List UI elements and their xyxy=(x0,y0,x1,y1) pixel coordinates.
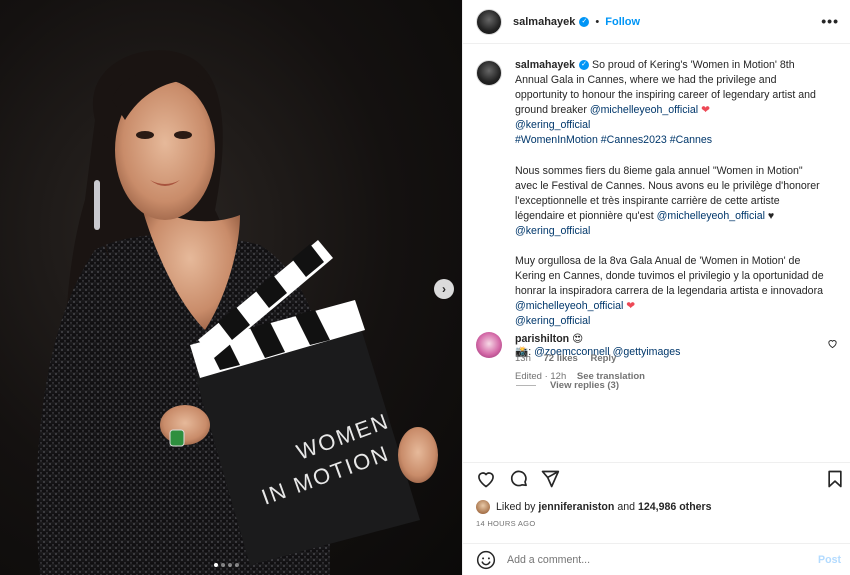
comment-text: 😍 xyxy=(572,333,584,345)
earring xyxy=(94,180,100,230)
carousel-dot xyxy=(228,563,232,567)
commenter-username[interactable]: parishilton xyxy=(515,333,569,345)
caption-avatar[interactable] xyxy=(476,60,502,86)
view-replies-button[interactable]: View replies (3) xyxy=(516,380,619,391)
comment-time: 13h xyxy=(515,353,531,364)
left-eye xyxy=(136,131,154,139)
add-comment-bar: Post xyxy=(463,543,850,575)
caption-es-text: Muy orgullosa de la 8va Gala Anual de 'W… xyxy=(515,255,824,298)
bookmark-icon[interactable] xyxy=(825,469,845,489)
share-send-icon[interactable] xyxy=(540,469,560,489)
red-heart-icon: ❤ xyxy=(626,300,636,313)
comment-bubble-icon[interactable] xyxy=(509,469,529,489)
caption-fr: Nous sommes fiers du 8ieme gala annuel "… xyxy=(515,164,825,239)
black-heart-icon: ♥ xyxy=(767,209,775,222)
carousel-dot xyxy=(221,563,225,567)
ring xyxy=(169,429,185,447)
follow-button[interactable]: Follow xyxy=(605,16,640,28)
caption-en: salmahayek ✓ So proud of Kering's 'Women … xyxy=(515,58,825,149)
author-username[interactable]: salmahayek xyxy=(513,16,575,28)
more-options-icon[interactable]: ••• xyxy=(821,13,839,29)
left-hand xyxy=(160,405,210,445)
header-separator: • xyxy=(595,15,600,28)
mention-link[interactable]: @michelleyeoh_official xyxy=(515,300,623,312)
caption-section: salmahayek ✓ So proud of Kering's 'Women … xyxy=(463,44,850,462)
post-comment-button[interactable]: Post xyxy=(818,554,841,566)
view-replies-label: View replies (3) xyxy=(550,380,619,391)
replies-divider xyxy=(516,385,536,386)
mention-link[interactable]: @michelleyeoh_official xyxy=(590,104,698,116)
chevron-right-icon: › xyxy=(442,282,446,296)
carousel-dot xyxy=(235,563,239,567)
action-bar xyxy=(463,462,850,500)
like-heart-icon[interactable] xyxy=(476,469,496,489)
liker-username[interactable]: jenniferaniston xyxy=(538,501,614,513)
post-header: salmahayek ✓ • Follow ••• xyxy=(463,0,850,44)
emoji-smiley-icon[interactable] xyxy=(476,550,496,570)
post-timestamp[interactable]: 14 HOURS AGO xyxy=(476,519,535,528)
reply-button[interactable]: Reply xyxy=(590,353,616,364)
next-image-button[interactable]: › xyxy=(434,279,454,299)
comment-body: parishilton 😍 13h 72 likes Reply xyxy=(515,332,626,366)
carousel-dot xyxy=(214,563,218,567)
mention-link[interactable]: @michelleyeoh_official xyxy=(657,210,765,222)
post-sidebar: salmahayek ✓ • Follow ••• salmahayek ✓ So… xyxy=(462,0,850,575)
hashtag-links[interactable]: #WomenInMotion #Cannes2023 #Cannes xyxy=(515,134,712,146)
comment-like-heart-icon[interactable] xyxy=(827,338,838,349)
mention-link[interactable]: @kering_official xyxy=(515,315,590,327)
post-photo: WOMEN IN MOTION xyxy=(36,50,438,575)
author-avatar[interactable] xyxy=(476,8,502,35)
right-hand xyxy=(398,427,438,483)
red-heart-icon: ❤ xyxy=(701,104,710,117)
liker-avatar[interactable] xyxy=(476,500,490,514)
verified-badge-icon: ✓ xyxy=(579,16,590,27)
comment-item: parishilton 😍 13h 72 likes Reply xyxy=(476,332,838,366)
mention-link[interactable]: @kering_official xyxy=(515,119,590,131)
caption-username[interactable]: salmahayek xyxy=(515,59,575,71)
instagram-post: WOMEN IN MOTION › salmahayek ✓ • Follow xyxy=(0,0,850,575)
mention-link[interactable]: @kering_official xyxy=(515,225,590,237)
likes-summary: Liked by jenniferaniston and 124,986 oth… xyxy=(476,500,712,514)
post-media[interactable]: WOMEN IN MOTION › xyxy=(0,0,462,575)
verified-badge-icon: ✓ xyxy=(579,60,590,71)
liked-by-prefix: Liked by xyxy=(496,501,536,513)
comment-meta: 13h 72 likes Reply xyxy=(515,351,626,366)
commenter-avatar[interactable] xyxy=(476,332,502,358)
right-eye xyxy=(174,131,192,139)
likes-and: and xyxy=(617,501,635,513)
carousel-indicator xyxy=(214,563,239,567)
comment-likes[interactable]: 72 likes xyxy=(544,353,578,364)
likes-others-count[interactable]: 124,986 others xyxy=(638,501,712,513)
caption-es: Muy orgullosa de la 8va Gala Anual de 'W… xyxy=(515,254,825,329)
comment-input[interactable] xyxy=(507,553,797,566)
